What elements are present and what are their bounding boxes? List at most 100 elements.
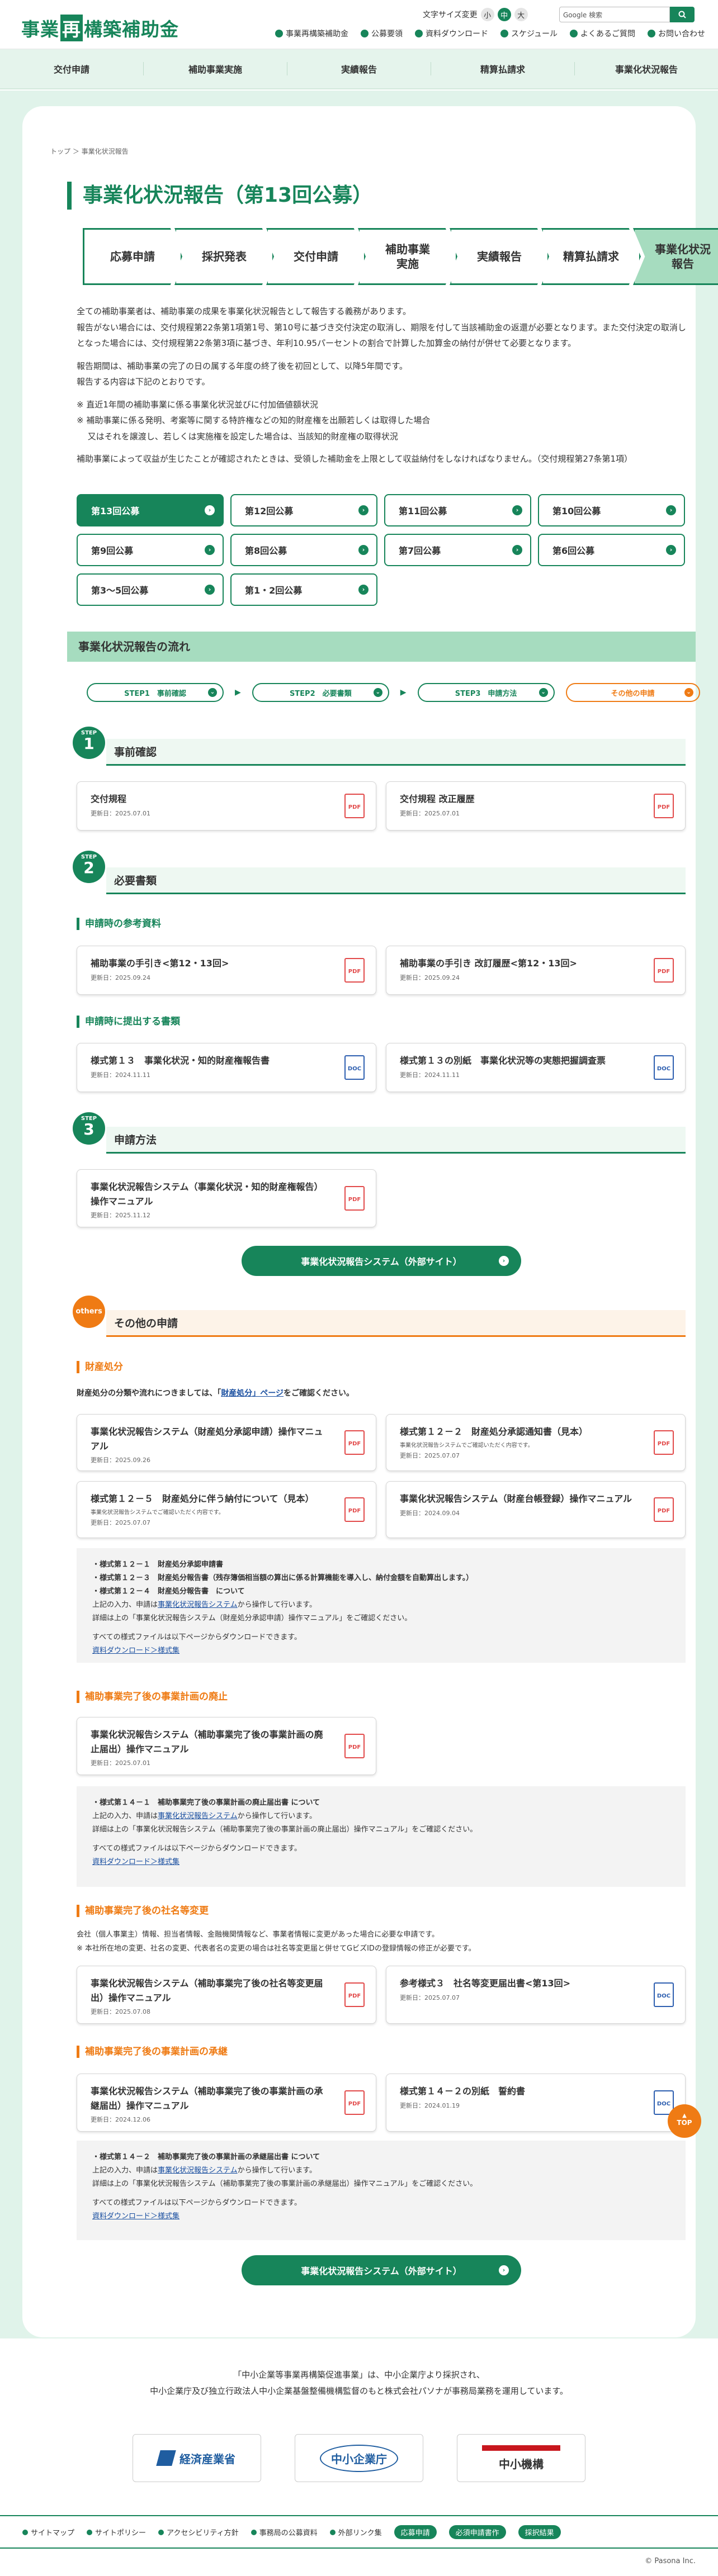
tab-round[interactable]: 第7回公募 ›	[384, 534, 531, 566]
forms-download-link[interactable]: 資料ダウンロード＞様式集	[92, 2212, 180, 2221]
doc-card[interactable]: 補助事業の手引き<第12・13回> 更新日：2025.09.24 PDF	[77, 946, 376, 995]
external-system-button[interactable]: 事業化状況報告システム（外部サイト） ›	[242, 1246, 521, 1276]
util-link[interactable]: お問い合わせ	[648, 28, 705, 39]
gnav-item[interactable]: 事業化状況報告	[575, 62, 718, 75]
flow-step[interactable]: 実績報告	[450, 228, 549, 285]
back-to-top-button[interactable]: ▲ TOP	[668, 2104, 701, 2138]
info-box: ・様式第１４－２ 補助事業完了後の事業計画の承継届出書 について 上記の入力、申…	[77, 2141, 686, 2240]
flow-step[interactable]: 交付申請	[266, 228, 366, 285]
doc-card[interactable]: 様式第１４－２の別紙 誓約書 更新日：2024.01.19 DOC	[386, 2074, 686, 2132]
doc-card[interactable]: 事業化状況報告システム（財産台帳登録）操作マニュアル 更新日：2024.09.04…	[386, 1481, 686, 1538]
meti-logo[interactable]: 経済産業省	[133, 2434, 261, 2482]
doc-card[interactable]: 参考様式３ 社名等変更届出書<第13回> 更新日：2025.07.07 DOC	[386, 1966, 686, 2024]
util-link[interactable]: 資料ダウンロード	[415, 28, 488, 39]
doc-card[interactable]: 様式第１２－２ 財産処分承認通知書（見本） 事業化状況報告システムでご確認いただく…	[386, 1414, 686, 1471]
doc-card[interactable]: 事業化状況報告システム（補助事業完了後の社名等変更届出）操作マニュアル 更新日：2…	[77, 1966, 376, 2024]
util-link[interactable]: 公募要領	[361, 28, 403, 39]
sub-heading: 申請時に提出する書類	[77, 1016, 180, 1028]
tab-round[interactable]: 第13回公募 ›	[77, 494, 224, 526]
font-size-medium[interactable]: 中	[497, 8, 511, 21]
asset-disposal-link[interactable]: 財産処分」ページ	[221, 1389, 284, 1398]
doc-card[interactable]: 事業化状況報告システム（財産処分承認申請）操作マニュアル 更新日：2025.09.…	[77, 1414, 376, 1471]
global-nav: 交付申請 補助事業実施 実績報告 精算払請求 事業化状況報告	[0, 49, 718, 89]
flow-step[interactable]: 補助事業 実施	[358, 228, 457, 285]
step-anchor-nav: STEP1 事前確認 ⌄ ▶ STEP2 必要書類 ⌄ ▶ STEP3 申請方法 ⌄ …	[87, 683, 700, 702]
step-badge: STEP 3	[73, 1112, 105, 1145]
docx-icon: DOC	[654, 1982, 674, 2007]
tab-round[interactable]: 第12回公募 ›	[230, 494, 377, 526]
tab-round[interactable]: 第6回公募 ›	[538, 534, 685, 566]
footer-link[interactable]: アクセシビリティ方針	[158, 2527, 239, 2537]
util-link[interactable]: よくあるご質問	[570, 28, 635, 39]
site-header: 事業再構築補助金 文字サイズ変更 小 中 大 Google 検索 事業再構築補助…	[0, 0, 718, 49]
footer-button[interactable]: 採択結果	[518, 2525, 561, 2539]
tab-round[interactable]: 第3〜5回公募 ›	[77, 573, 224, 606]
doc-card[interactable]: 事業化状況報告システム（補助事業完了後の事業計画の廃止届出）操作マニュアル 更新日…	[77, 1717, 376, 1775]
gnav-item[interactable]: 交付申請	[0, 62, 144, 75]
sub-heading: 補助事業完了後の事業計画の廃止	[77, 1691, 228, 1703]
doc-card[interactable]: 様式第１３の別紙 事業化状況等の実態把握調査票 更新日：2024.11.11 DOC	[386, 1043, 686, 1092]
footer-link[interactable]: 事務局の公募資料	[251, 2527, 318, 2537]
others-badge: others	[73, 1296, 105, 1328]
footer-link[interactable]: サイトマップ	[22, 2527, 74, 2537]
footer-link[interactable]: 外部リンク集	[329, 2527, 382, 2537]
pdf-icon: PDF	[344, 1497, 365, 1522]
lead-text: 会社（個人事業主）情報、担当者情報、金融機関情報など、事業者情報に変更があった場…	[77, 1930, 476, 1953]
footer-nav: サイトマップ サイトポリシー アクセシビリティ方針 事務局の公募資料 外部リンク…	[0, 2515, 718, 2549]
intro-text: 全ての補助事業者は、補助事業の成果を事業化状況報告として報告する義務があります。…	[77, 306, 686, 464]
anchor-step3[interactable]: STEP3 申請方法 ⌄	[417, 683, 555, 702]
doc-card[interactable]: 様式第１２－５ 財産処分に伴う納付について（見本） 事業化状況報告システムでご確認…	[77, 1481, 376, 1538]
system-link[interactable]: 事業化状況報告システム	[158, 2166, 238, 2175]
breadcrumb[interactable]: トップ ＞ 事業化状況報告	[50, 146, 129, 156]
tab-round[interactable]: 第9回公募 ›	[77, 534, 224, 566]
util-link[interactable]: 事業再構築補助金	[275, 28, 348, 39]
pdf-icon: PDF	[344, 1430, 365, 1455]
site-logo[interactable]: 事業再構築補助金	[21, 15, 179, 41]
page-title: 事業化状況報告（第13回公募）	[67, 182, 372, 210]
flow-step-current[interactable]: 事業化状況 報告	[633, 228, 718, 285]
external-system-button[interactable]: 事業化状況報告システム（外部サイト） ›	[242, 2255, 521, 2285]
search-input[interactable]: Google 検索	[559, 7, 670, 22]
sub-heading: 補助事業完了後の社名等変更	[77, 1905, 209, 1917]
util-link[interactable]: スケジュール	[500, 28, 558, 39]
doc-card[interactable]: 事業化状況報告システム（事業化状況・知的財産権報告）操作マニュアル 更新日：202…	[77, 1169, 376, 1227]
doc-card[interactable]: 事業化状況報告システム（補助事業完了後の事業計画の承継届出）操作マニュアル 更新日…	[77, 2074, 376, 2132]
gnav-item[interactable]: 実績報告	[287, 62, 431, 75]
smrj-logo[interactable]: 中小機構	[457, 2434, 585, 2482]
pdf-icon: PDF	[344, 1982, 365, 2007]
gnav-item[interactable]: 補助事業実施	[144, 62, 287, 75]
forms-download-link[interactable]: 資料ダウンロード＞様式集	[92, 1858, 180, 1866]
tab-round[interactable]: 第11回公募 ›	[384, 494, 531, 526]
flow-step[interactable]: 精算払請求	[541, 228, 641, 285]
pdf-icon: PDF	[344, 2090, 365, 2115]
doc-card[interactable]: 交付規程 改正履歴 更新日：2025.07.01 PDF	[386, 781, 686, 831]
tab-round[interactable]: 第1・2回公募 ›	[230, 573, 377, 606]
partner-logos: 経済産業省 中小企業庁 中小機構	[0, 2434, 718, 2482]
footer-button[interactable]: 必須申請書作	[448, 2525, 506, 2539]
system-link[interactable]: 事業化状況報告システム	[158, 1601, 238, 1609]
footer-link[interactable]: サイトポリシー	[87, 2527, 146, 2537]
forms-download-link[interactable]: 資料ダウンロード＞様式集	[92, 1647, 180, 1655]
gnav-item[interactable]: 精算払請求	[431, 62, 575, 75]
anchor-step2[interactable]: STEP2 必要書類 ⌄	[252, 683, 389, 702]
step-heading: 必要書類	[106, 867, 686, 894]
font-size-small[interactable]: 小	[480, 8, 494, 21]
doc-card[interactable]: 補助事業の手引き 改訂履歴<第12・13回> 更新日：2025.09.24 PDF	[386, 946, 686, 995]
section-heading: 事業化状況報告の流れ	[67, 632, 696, 662]
doc-card[interactable]: 様式第１３ 事業化状況・知的財産権報告書 更新日：2024.11.11 DOC	[77, 1043, 376, 1092]
search-button[interactable]	[670, 7, 695, 22]
footer-text: 「中小企業等事業再構築促進事業」は、中小企業庁より採択され、 中小企業庁及び独立…	[150, 2370, 568, 2396]
tab-round[interactable]: 第10回公募 ›	[538, 494, 685, 526]
font-size-large[interactable]: 大	[514, 8, 528, 21]
tab-round[interactable]: 第8回公募 ›	[230, 534, 377, 566]
doc-card[interactable]: 交付規程 更新日：2025.07.01 PDF	[77, 781, 376, 831]
sme-agency-logo[interactable]: 中小企業庁	[295, 2434, 423, 2482]
flow-step[interactable]: 応募申請	[83, 228, 182, 285]
anchor-step1[interactable]: STEP1 事前確認 ⌄	[87, 683, 224, 702]
footer-button[interactable]: 応募申請	[394, 2525, 437, 2539]
lead-text: 財産処分の分類や流れにつきましては、「財産処分」ページをご確認ください。	[77, 1389, 355, 1398]
anchor-other[interactable]: その他の申請 ⌄	[565, 683, 700, 702]
flow-step[interactable]: 採択発表	[174, 228, 274, 285]
system-link[interactable]: 事業化状況報告システム	[158, 1812, 238, 1820]
copyright: © Pasona Inc.	[645, 2557, 696, 2565]
